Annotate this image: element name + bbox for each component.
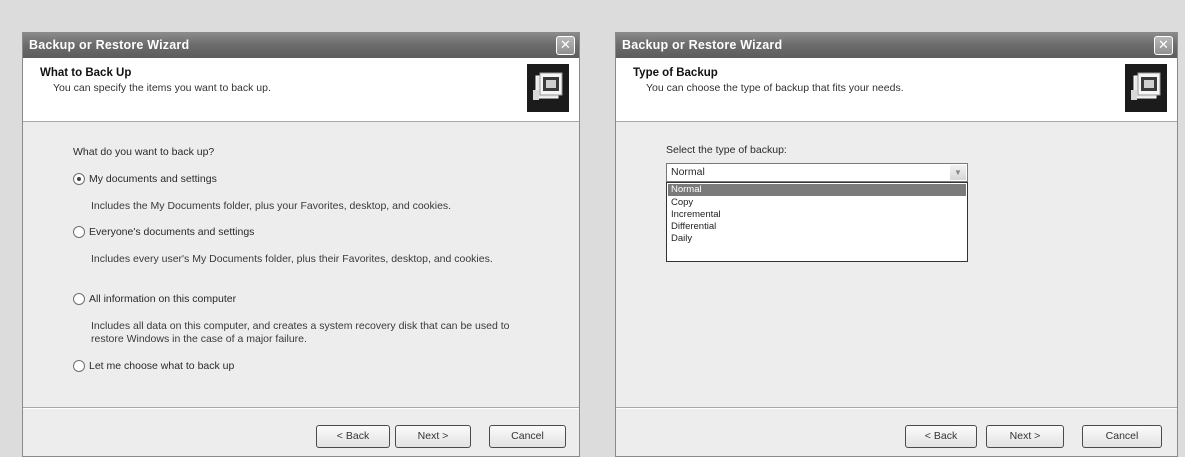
backup-type-select[interactable]: Normal ▼ (666, 163, 968, 182)
page-subtitle: You can choose the type of backup that f… (646, 82, 904, 94)
title-bar: Backup or Restore Wizard ✕ (23, 33, 579, 58)
option-everyones-documents[interactable]: Everyone's documents and settings (73, 226, 254, 238)
backup-wizard-icon (1125, 64, 1167, 112)
option-label: Everyone's documents and settings (89, 226, 255, 238)
radio-button[interactable] (73, 226, 85, 238)
next-button[interactable]: Next > (986, 425, 1064, 448)
chevron-down-icon[interactable]: ▼ (950, 165, 966, 180)
wizard-header: Type of Backup You can choose the type o… (616, 58, 1177, 122)
window-title: Backup or Restore Wizard (622, 38, 783, 52)
back-button[interactable]: < Back (905, 425, 977, 448)
option-description: Includes every user's My Documents folde… (91, 253, 493, 265)
close-icon: ✕ (559, 38, 572, 53)
window-title: Backup or Restore Wizard (29, 38, 190, 52)
footer-separator (616, 407, 1177, 409)
option-my-documents[interactable]: My documents and settings (73, 173, 217, 185)
backup-type-label: Select the type of backup: (666, 144, 787, 156)
option-label: Let me choose what to back up (89, 360, 235, 372)
back-button[interactable]: < Back (316, 425, 390, 448)
page-title: What to Back Up (40, 67, 132, 79)
option-description: Includes the My Documents folder, plus y… (91, 200, 452, 212)
backup-question: What do you want to back up? (73, 146, 215, 158)
footer-separator (23, 407, 579, 409)
close-button[interactable]: ✕ (556, 36, 575, 55)
option-let-me-choose[interactable]: Let me choose what to back up (73, 360, 234, 372)
option-description: Includes all data on this computer, and … (91, 320, 510, 345)
list-item-incremental[interactable]: Incremental (668, 209, 966, 221)
title-bar: Backup or Restore Wizard ✕ (616, 33, 1177, 58)
backup-wizard-icon (527, 64, 569, 112)
list-item-copy[interactable]: Copy (668, 197, 966, 209)
wizard-header: What to Back Up You can specify the item… (23, 58, 579, 122)
option-label: My documents and settings (89, 173, 217, 185)
backup-wizard-what-to-back-up: Backup or Restore Wizard ✕ What to Back … (22, 32, 580, 457)
backup-wizard-type-of-backup: Backup or Restore Wizard ✕ Type of Backu… (615, 32, 1178, 457)
cancel-button[interactable]: Cancel (1082, 425, 1162, 448)
cancel-button[interactable]: Cancel (489, 425, 566, 448)
backup-type-list: Normal Copy Incremental Differential Dai… (666, 182, 968, 262)
option-all-information[interactable]: All information on this computer (73, 293, 236, 305)
list-item-daily[interactable]: Daily (668, 233, 966, 245)
list-item-normal[interactable]: Normal (668, 184, 966, 196)
page-subtitle: You can specify the items you want to ba… (53, 82, 271, 94)
radio-button[interactable] (73, 360, 85, 372)
close-icon: ✕ (1157, 38, 1170, 53)
radio-button[interactable] (73, 173, 85, 185)
close-button[interactable]: ✕ (1154, 36, 1173, 55)
list-item-differential[interactable]: Differential (668, 221, 966, 233)
selected-value: Normal (671, 166, 705, 178)
next-button[interactable]: Next > (395, 425, 471, 448)
option-label: All information on this computer (89, 293, 237, 305)
radio-button[interactable] (73, 293, 85, 305)
page-title: Type of Backup (633, 67, 718, 79)
